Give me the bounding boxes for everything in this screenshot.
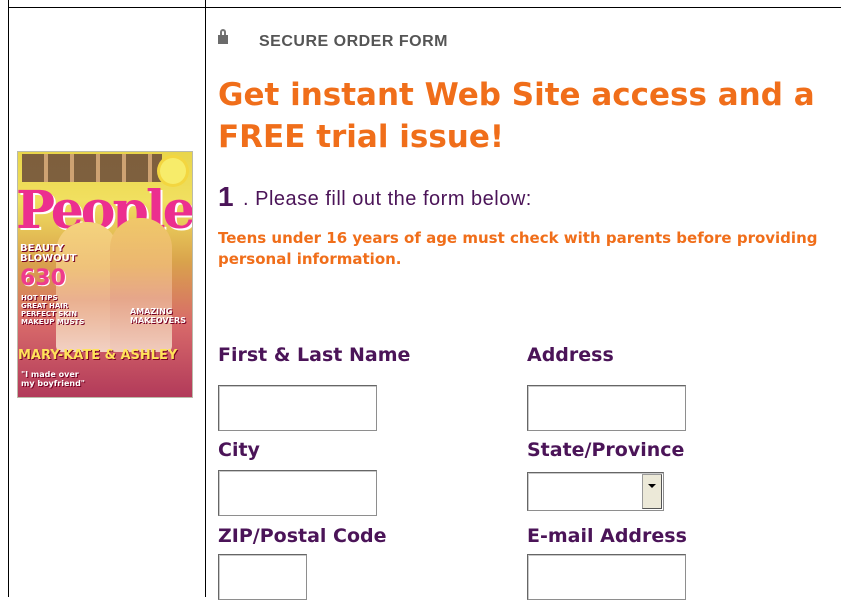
cover-text: 630 bbox=[20, 266, 66, 291]
name-field[interactable] bbox=[218, 385, 377, 431]
address-field[interactable] bbox=[527, 385, 686, 431]
state-select[interactable] bbox=[527, 472, 664, 511]
zip-field[interactable] bbox=[218, 554, 307, 600]
city-field[interactable] bbox=[218, 470, 377, 516]
name-label: First & Last Name bbox=[218, 344, 411, 366]
frame-divider bbox=[205, 0, 206, 597]
secure-order-label: SECURE ORDER FORM bbox=[259, 33, 448, 50]
page-headline: Get instant Web Site access and a FREE t… bbox=[218, 77, 815, 155]
magazine-cover-image: People BEAUTY BLOWOUT 630 HOT TIPS GREAT H… bbox=[18, 152, 192, 397]
address-label: Address bbox=[527, 344, 614, 366]
cover-text: BEAUTY BLOWOUT bbox=[20, 243, 77, 264]
email-label: E-mail Address bbox=[527, 525, 687, 547]
cover-text: "I made over my boyfriend" bbox=[21, 370, 85, 388]
cover-text: MARY-KATE & ASHLEY bbox=[18, 348, 178, 363]
cover-faces bbox=[22, 154, 162, 182]
cover-text: HOT TIPS GREAT HAIR PERFECT SKIN MAKEUP MUS… bbox=[21, 294, 85, 326]
state-label: State/Province bbox=[527, 439, 685, 461]
age-warning: Teens under 16 years of age must check w… bbox=[218, 229, 818, 268]
frame-top-border bbox=[8, 7, 841, 8]
cover-text: AMAZING MAKEOVERS bbox=[130, 307, 186, 325]
cover-person-right bbox=[110, 218, 172, 352]
lock-icon bbox=[218, 29, 228, 45]
step-number: 1 bbox=[218, 181, 234, 212]
step-text: . Please fill out the form below: bbox=[243, 188, 532, 210]
zip-label: ZIP/Postal Code bbox=[218, 525, 387, 547]
city-label: City bbox=[218, 439, 260, 461]
frame-left-border bbox=[8, 0, 9, 597]
email-field[interactable] bbox=[527, 554, 686, 600]
chevron-down-icon[interactable] bbox=[642, 474, 662, 509]
